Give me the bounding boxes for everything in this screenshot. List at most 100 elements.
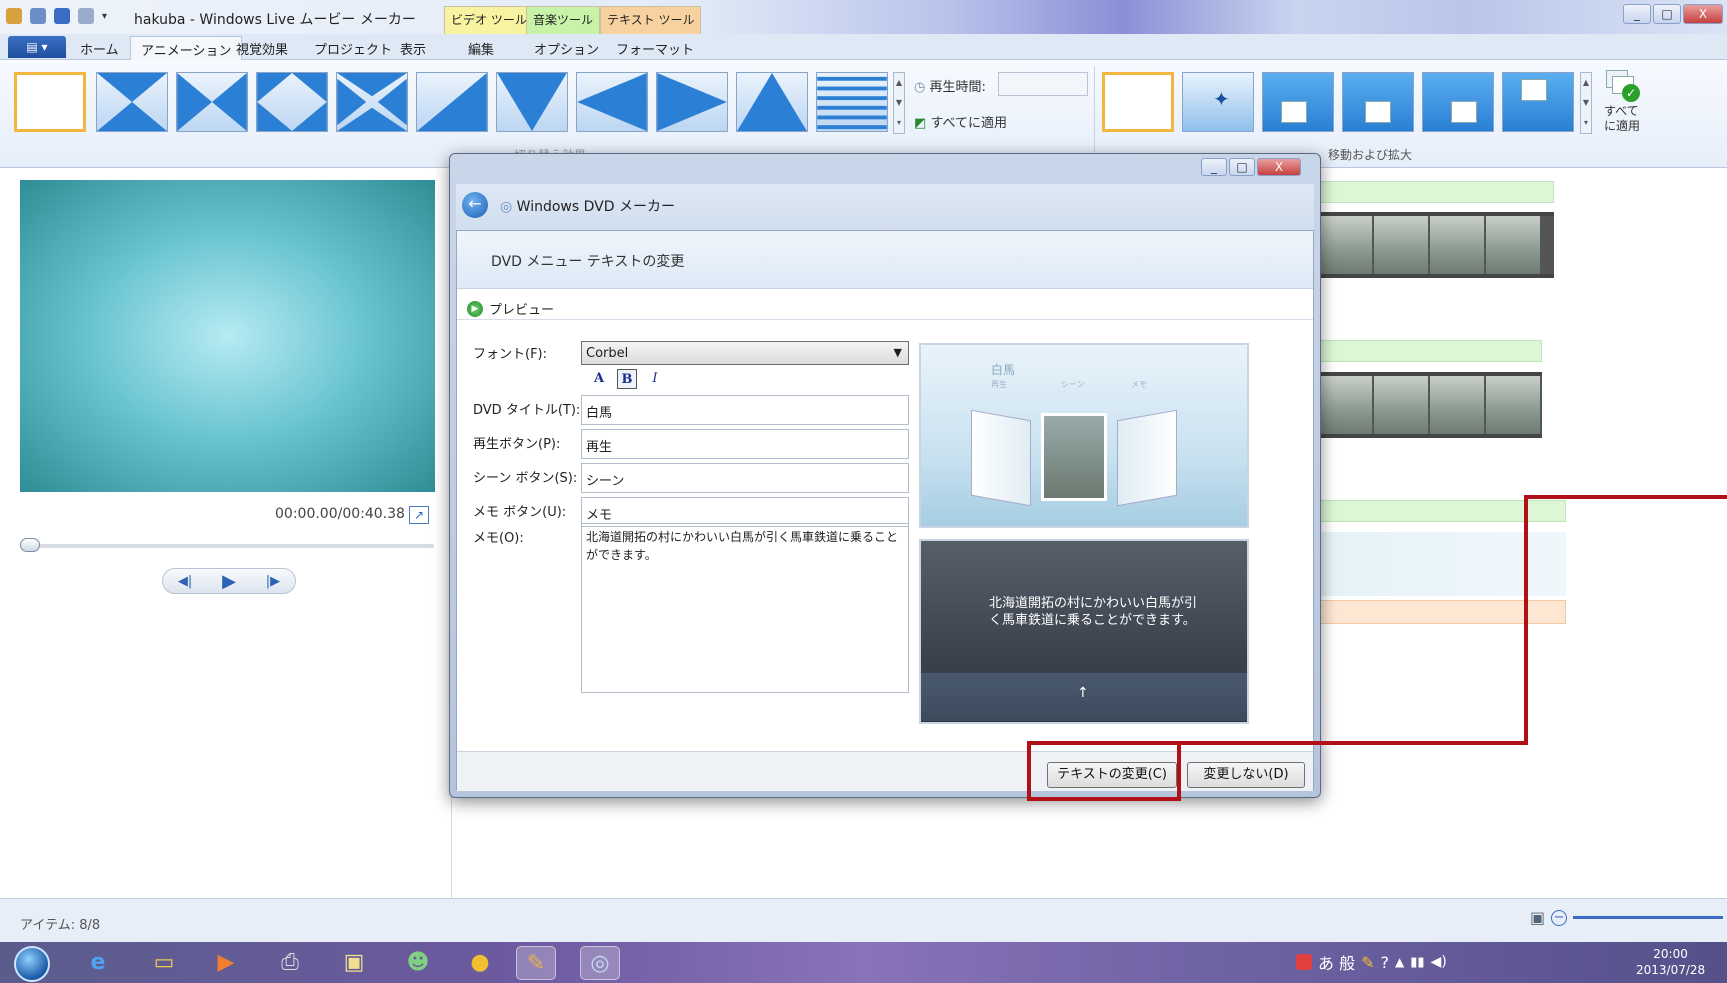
storyboard-caption-3[interactable] <box>1318 500 1566 522</box>
transition-blinds[interactable] <box>816 72 888 132</box>
storyboard-view-icon[interactable]: ▣ <box>1530 908 1545 927</box>
storyboard-text-clip[interactable] <box>1318 532 1566 596</box>
scanner-icon[interactable]: ⎙ <box>270 946 310 980</box>
panzoom-pan-up[interactable] <box>1342 72 1414 132</box>
chrome-icon[interactable]: ● <box>460 946 500 980</box>
transition-cross[interactable] <box>336 72 408 132</box>
network-icon[interactable]: ▮▮ <box>1410 955 1424 970</box>
memo-textarea[interactable]: 北海道開拓の村にかわいい白馬が引く馬車鉄道に乗ることができます。 <box>581 523 909 693</box>
scene-button-input[interactable]: シーン <box>581 463 909 493</box>
back-arrow-icon[interactable]: ← <box>462 192 488 218</box>
menu-preview: 白馬 再生 シーン メモ <box>919 343 1249 528</box>
context-tab-text-tools: テキスト ツール <box>600 6 702 34</box>
tab-options[interactable]: オプション <box>524 36 609 60</box>
zoom-out-icon[interactable]: − <box>1551 909 1568 926</box>
apply-all-panzoom-icon[interactable]: ✓ <box>1600 64 1644 108</box>
tab-home[interactable]: ホーム <box>70 36 129 60</box>
transition-none[interactable] <box>14 72 86 132</box>
ime-mode-icon[interactable] <box>1296 954 1312 970</box>
memo-preview-band: ↑ <box>921 673 1247 721</box>
media-player-icon[interactable]: ▶ <box>206 946 246 980</box>
bold-button[interactable]: B <box>617 369 637 389</box>
fullscreen-icon[interactable]: ↗ <box>409 506 429 524</box>
dvd-title-input[interactable]: 白馬 <box>581 395 909 425</box>
volume-icon[interactable]: ◀) <box>1431 954 1447 970</box>
file-menu-button[interactable]: ▤ ▾ <box>8 36 66 58</box>
dialog-maximize-button[interactable]: □ <box>1229 158 1255 176</box>
seek-handle[interactable] <box>20 538 40 552</box>
transition-bowtie[interactable] <box>176 72 248 132</box>
close-button[interactable]: X <box>1683 4 1723 24</box>
clock[interactable]: 20:00 2013/07/28 <box>1636 946 1705 978</box>
start-button[interactable] <box>14 946 50 982</box>
preview-link[interactable]: ▶ プレビュー <box>467 299 554 318</box>
transition-wipe-down[interactable] <box>496 72 568 132</box>
next-frame-icon[interactable]: |▶ <box>266 574 280 589</box>
tab-edit[interactable]: 編集 <box>458 36 504 60</box>
playback-controls: ◀| ▶ |▶ <box>162 568 296 594</box>
transition-wipe-diagonal[interactable] <box>416 72 488 132</box>
preview-side-panel-right <box>1117 409 1177 507</box>
storyboard-clip-1[interactable] <box>1318 212 1554 278</box>
duration-select[interactable] <box>998 72 1088 96</box>
dvd-maker-icon[interactable]: ◎ <box>580 946 620 980</box>
previous-frame-icon[interactable]: ◀| <box>178 574 192 589</box>
undo-icon[interactable] <box>54 8 70 24</box>
zoom-slider[interactable] <box>1573 916 1724 919</box>
apply-all-transitions[interactable]: ◩ すべてに適用 <box>914 112 1007 131</box>
transition-wipe-left[interactable] <box>576 72 648 132</box>
panzoom-pan-down-left[interactable] <box>1502 72 1574 132</box>
internet-explorer-icon[interactable]: e <box>78 946 118 980</box>
cancel-change-button[interactable]: 変更しない(D) <box>1187 762 1305 788</box>
storyboard-clip-2[interactable] <box>1318 372 1542 438</box>
storyboard-text-overlay[interactable] <box>1318 600 1566 624</box>
dialog-close-button[interactable]: X <box>1257 158 1301 176</box>
tab-project[interactable]: プロジェクト <box>304 36 402 60</box>
transition-diagonal[interactable] <box>96 72 168 132</box>
redo-icon[interactable] <box>78 8 94 24</box>
tab-format[interactable]: フォーマット <box>606 36 704 60</box>
ribbon-tabs: ▤ ▾ ホーム アニメーション 視覚効果 プロジェクト 表示 編集 オプション … <box>0 34 1727 60</box>
panzoom-pan-up-left[interactable] <box>1262 72 1334 132</box>
play-button-input[interactable]: 再生 <box>581 429 909 459</box>
panzoom-pan-up-right[interactable] <box>1422 72 1494 132</box>
app-icon[interactable] <box>6 8 22 24</box>
panzoom-automatic[interactable]: ✦ <box>1182 72 1254 132</box>
italic-button[interactable]: I <box>645 369 665 389</box>
customize-dropdown-icon[interactable]: ▾ <box>102 11 107 22</box>
transition-wipe-up[interactable] <box>736 72 808 132</box>
transition-diamond[interactable] <box>256 72 328 132</box>
apply-all-panzoom-label[interactable]: すべて に適用 <box>1604 104 1640 134</box>
clock-icon: ◷ <box>914 80 926 95</box>
minimize-button[interactable]: _ <box>1623 4 1651 24</box>
movie-maker-icon[interactable]: ✎ <box>516 946 556 980</box>
item-count: アイテム: 8/8 <box>20 918 101 933</box>
show-hidden-icons[interactable]: ▲ <box>1395 955 1404 969</box>
dialog-minimize-button[interactable]: _ <box>1201 158 1227 176</box>
transitions-scroll[interactable]: ▲ ▼ ▾ <box>893 72 905 134</box>
font-color-button[interactable]: A <box>589 369 609 389</box>
maximize-button[interactable]: □ <box>1653 4 1681 24</box>
panzoom-scroll[interactable]: ▲ ▼ ▾ <box>1580 72 1592 134</box>
presentation-icon[interactable]: ▣ <box>334 946 374 980</box>
tab-visual-effects[interactable]: 視覚効果 <box>226 36 298 60</box>
storyboard-caption-1[interactable] <box>1318 181 1554 203</box>
ime-tools-icon[interactable]: ✎ <box>1361 953 1374 972</box>
panzoom-none[interactable] <box>1102 72 1174 132</box>
window-controls: _ □ X <box>1623 4 1723 24</box>
file-explorer-icon[interactable]: ▭ <box>144 946 184 980</box>
play-icon[interactable]: ▶ <box>222 571 236 592</box>
dialog-window-controls: _ □ X <box>1201 158 1301 176</box>
context-tab-music-tools: 音楽ツール <box>526 6 601 34</box>
font-select[interactable]: Corbel ▼ <box>581 341 909 365</box>
seek-bar[interactable] <box>20 544 434 548</box>
transition-wipe-right[interactable] <box>656 72 728 132</box>
panzoom-group-label: 移動および拡大 <box>1328 148 1413 162</box>
ime-indicator[interactable]: あ 般 <box>1318 950 1355 974</box>
people-icon[interactable]: ☻ <box>398 946 438 980</box>
help-icon[interactable]: ? <box>1381 953 1390 972</box>
storyboard-caption-2[interactable] <box>1318 340 1542 362</box>
save-icon[interactable] <box>30 8 46 24</box>
tab-view[interactable]: 表示 <box>390 36 436 60</box>
video-preview[interactable] <box>20 180 435 492</box>
